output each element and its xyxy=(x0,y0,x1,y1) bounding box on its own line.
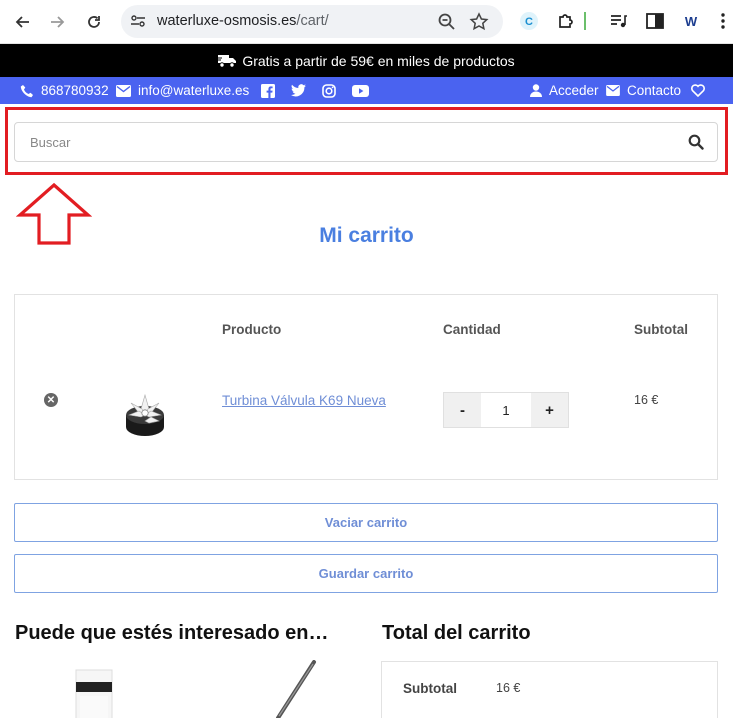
header-quantity: Cantidad xyxy=(443,322,501,337)
search-input[interactable] xyxy=(15,123,675,161)
email-link[interactable]: info@waterluxe.es xyxy=(116,77,249,104)
wishlist-link[interactable] xyxy=(691,77,705,104)
extension-c-icon[interactable]: C xyxy=(518,10,540,32)
facebook-icon xyxy=(261,83,275,98)
browser-toolbar: waterluxe-osmosis.es/cart/ C W xyxy=(0,0,733,44)
address-bar[interactable]: waterluxe-osmosis.es/cart/ xyxy=(121,5,503,38)
reload-button[interactable] xyxy=(82,10,106,34)
bookmark-star-icon[interactable] xyxy=(469,12,489,32)
login-link[interactable]: Acceder xyxy=(530,77,599,104)
totals-subtotal-label: Subtotal xyxy=(403,681,457,696)
increase-quantity-button[interactable]: + xyxy=(531,393,568,427)
toolbar-divider xyxy=(583,10,587,32)
search-icon[interactable] xyxy=(688,134,704,150)
extension-w-letter: W xyxy=(685,14,698,29)
twitter-link[interactable] xyxy=(291,77,306,104)
related-product-image-2[interactable] xyxy=(270,660,320,718)
shipping-truck-icon xyxy=(218,54,237,68)
side-panel-icon[interactable] xyxy=(644,10,666,32)
back-button[interactable] xyxy=(10,10,34,34)
zoom-icon[interactable] xyxy=(437,12,457,32)
email-address: info@waterluxe.es xyxy=(138,83,250,98)
related-products-heading: Puede que estés interesado en… xyxy=(15,622,329,644)
product-thumbnail[interactable] xyxy=(121,391,169,439)
cart-totals-heading: Total del carrito xyxy=(382,622,531,644)
phone-link[interactable]: 868780932 xyxy=(20,77,109,104)
quantity-value[interactable]: 1 xyxy=(481,393,531,427)
youtube-icon xyxy=(352,84,369,97)
page-title: Mi carrito xyxy=(319,224,414,247)
site-settings-icon[interactable] xyxy=(129,12,147,30)
email-icon xyxy=(116,84,131,97)
totals-subtotal-value: 16 € xyxy=(496,681,521,695)
promo-bar: Gratis a partir de 59€ en miles de produ… xyxy=(0,44,733,77)
decrease-quantity-button[interactable]: - xyxy=(444,393,481,427)
media-controls-icon[interactable] xyxy=(608,10,630,32)
youtube-link[interactable] xyxy=(352,77,369,104)
back-arrow-icon xyxy=(15,16,29,28)
reload-icon xyxy=(88,16,100,28)
phone-icon xyxy=(20,84,33,97)
twitter-icon xyxy=(291,84,306,97)
header-subtotal: Subtotal xyxy=(634,322,688,337)
phone-number: 868780932 xyxy=(41,83,109,98)
empty-cart-button[interactable]: Vaciar carrito xyxy=(14,503,718,542)
contact-envelope-icon xyxy=(606,85,620,96)
extension-w-icon[interactable]: W xyxy=(680,10,702,32)
svg-text:C: C xyxy=(525,16,533,28)
promo-text: Gratis a partir de 59€ en miles de produ… xyxy=(242,52,515,69)
extensions-puzzle-icon[interactable] xyxy=(555,10,577,32)
item-subtotal: 16 € xyxy=(634,393,659,407)
cart-table: Producto Cantidad Subtotal ✕ Turbina Vál… xyxy=(14,294,718,480)
contact-bar: 868780932 info@waterluxe.es Acceder Cont… xyxy=(0,77,733,104)
instagram-icon xyxy=(322,83,336,98)
facebook-link[interactable] xyxy=(261,77,275,104)
contact-label: Contacto xyxy=(627,83,682,98)
heart-icon xyxy=(691,84,705,97)
quantity-stepper: - 1 + xyxy=(443,392,569,428)
save-cart-button[interactable]: Guardar carrito xyxy=(14,554,718,593)
related-product-image[interactable] xyxy=(72,668,116,718)
url-text: waterluxe-osmosis.es/cart/ xyxy=(157,13,329,29)
remove-item-icon[interactable]: ✕ xyxy=(44,393,58,407)
login-label: Acceder xyxy=(549,83,599,98)
forward-button[interactable] xyxy=(46,10,70,34)
contact-link[interactable]: Contacto xyxy=(606,77,681,104)
header-product: Producto xyxy=(222,322,282,337)
browser-menu-icon[interactable] xyxy=(716,10,730,32)
forward-arrow-icon xyxy=(51,16,65,28)
user-icon xyxy=(530,84,542,97)
product-name-link[interactable]: Turbina Válvula K69 Nueva xyxy=(222,393,386,408)
cart-totals-table: Subtotal 16 € xyxy=(381,661,718,718)
search-box[interactable] xyxy=(14,122,718,162)
instagram-link[interactable] xyxy=(322,77,336,104)
